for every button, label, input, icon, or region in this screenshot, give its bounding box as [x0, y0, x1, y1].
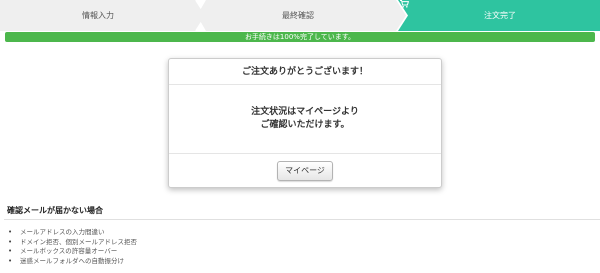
bullet-icon: • — [8, 237, 13, 246]
list-item: • 迷惑メールフォルダへの自動振分け — [8, 257, 137, 267]
bullet-icon: • — [8, 247, 13, 255]
step-order-complete: 注文完了 — [400, 0, 600, 31]
step-label: 注文完了 — [484, 11, 516, 20]
dialog-title: ご注文ありがとうございます！ — [169, 59, 441, 85]
list-item-text: メールボックスの許容量オーバー — [20, 247, 118, 255]
list-item-text: 迷惑メールフォルダへの自動振分け — [20, 256, 124, 265]
mypage-button[interactable]: マイページ — [277, 160, 333, 181]
order-complete-dialog: ご注文ありがとうございます！ 注文状況はマイページより ご確認いただけます。 マ… — [168, 58, 442, 188]
help-title: 確認メールが届かない場合 — [7, 206, 103, 215]
progress-steps: 情報入力 最終確認 注文完了 — [0, 0, 600, 31]
list-item-text: メールアドレスの入力間違い — [20, 228, 105, 236]
bullet-icon: • — [8, 256, 13, 265]
step-label: 情報入力 — [82, 11, 114, 20]
bullet-icon: • — [8, 228, 13, 236]
progress-text: お手続きは100%完了しています。 — [244, 33, 356, 41]
dialog-message-line: ご確認いただけます。 — [260, 120, 350, 130]
step-final-confirm: 最終確認 — [200, 0, 396, 31]
dialog-footer: マイページ — [169, 154, 441, 187]
list-item-text: ドメイン拒否、個別メールアドレス拒否 — [20, 237, 137, 246]
list-item: • メールアドレスの入力間違い — [8, 228, 137, 238]
divider — [4, 219, 600, 220]
progress-bar: お手続きは100%完了しています。 — [5, 32, 595, 42]
list-item: • メールボックスの許容量オーバー — [8, 247, 137, 257]
step-label: 最終確認 — [282, 11, 314, 20]
cart-icon — [400, 0, 409, 8]
step-info-input: 情報入力 — [0, 0, 196, 31]
dialog-body: 注文状況はマイページより ご確認いただけます。 — [169, 85, 441, 154]
help-list: • メールアドレスの入力間違い • ドメイン拒否、個別メールアドレス拒否 • メールボ… — [8, 228, 137, 266]
dialog-message-line: 注文状況はマイページより — [251, 107, 359, 117]
list-item: • ドメイン拒否、個別メールアドレス拒否 — [8, 238, 137, 248]
